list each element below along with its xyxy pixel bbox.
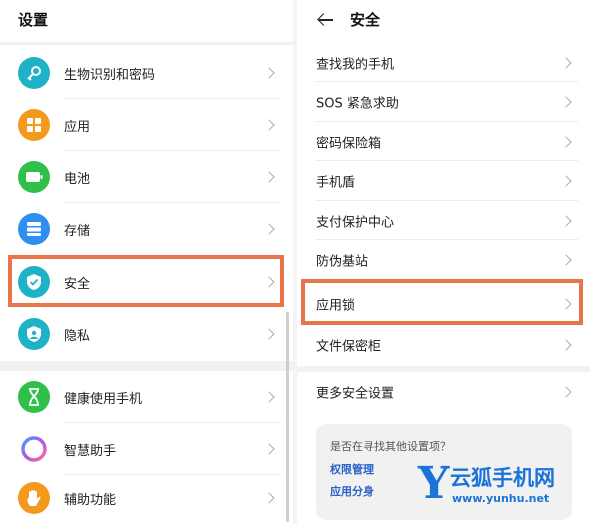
watermark-url: www.yunhu.net (452, 492, 550, 505)
chevron-right-icon (263, 67, 275, 79)
chevron-right-icon (560, 96, 572, 108)
watermark-letter: Y (418, 458, 450, 509)
settings-item-accessibility[interactable]: 辅助功能 (0, 475, 293, 521)
security-item-label: 防伪基站 (316, 254, 369, 270)
security-item-label: 手机盾 (316, 175, 356, 191)
page-title: 设置 (18, 11, 49, 29)
chevron-right-icon (263, 391, 275, 403)
storage-icon (18, 213, 50, 245)
settings-item-label: 应用 (64, 119, 91, 135)
settings-item-label: 存储 (64, 223, 91, 239)
assistant-ring-icon (18, 433, 50, 465)
security-item-payment-protection[interactable]: 支付保护中心 (297, 201, 590, 240)
hand-icon (18, 482, 50, 514)
settings-item-apps[interactable]: 应用 (0, 99, 293, 151)
highlight-box (8, 255, 284, 307)
suggestion-question: 是否在寻找其他设置项？ (330, 440, 451, 453)
security-item-label: 文件保密柜 (316, 339, 382, 355)
security-item-label: 密码保险箱 (316, 136, 382, 151)
settings-item-label: 隐私 (64, 328, 91, 344)
battery-icon (18, 161, 50, 193)
settings-item-smart-assistant[interactable]: 智慧助手 (0, 423, 293, 475)
highlight-box (301, 279, 583, 325)
chevron-right-icon (263, 223, 275, 235)
section-divider (0, 361, 293, 371)
chevron-right-icon (263, 171, 275, 183)
security-item-fake-base-station[interactable]: 防伪基站 (297, 240, 590, 280)
chevron-right-icon (263, 492, 275, 504)
security-item-file-safe[interactable]: 文件保密柜 (297, 326, 590, 364)
chevron-right-icon (263, 328, 275, 340)
chevron-right-icon (560, 386, 572, 398)
chevron-right-icon (263, 119, 275, 131)
divider (0, 42, 293, 45)
privacy-icon (18, 318, 50, 350)
security-item-label: 支付保护中心 (316, 215, 395, 230)
key-icon (18, 57, 50, 89)
security-item-label: 更多安全设置 (316, 386, 395, 402)
settings-item-label: 智慧助手 (64, 443, 117, 459)
back-arrow-icon[interactable] (317, 12, 335, 28)
app-twin-link[interactable]: 应用分身 (330, 483, 374, 499)
watermark-name: 云狐手机网 (450, 466, 555, 490)
settings-item-battery[interactable]: 电池 (0, 151, 293, 203)
settings-item-digital-balance[interactable]: 健康使用手机 (0, 371, 293, 423)
chevron-right-icon (560, 214, 572, 227)
page-title: 安全 (350, 11, 381, 29)
settings-item-label: 健康使用手机 (64, 391, 143, 407)
settings-item-biometrics[interactable]: 生物识别和密码 (0, 47, 293, 99)
scrollbar[interactable] (286, 312, 289, 522)
settings-item-label: 辅助功能 (64, 492, 117, 508)
security-item-find-phone[interactable]: 查找我的手机 (297, 43, 590, 82)
security-item-phone-shield[interactable]: 手机盾 (297, 161, 590, 201)
permission-management-link[interactable]: 权限管理 (330, 461, 374, 477)
settings-item-label: 电池 (64, 171, 91, 187)
security-item-more-settings[interactable]: 更多安全设置 (297, 372, 590, 412)
security-item-sos[interactable]: SOS 紧急求助 (297, 82, 590, 122)
chevron-right-icon (560, 56, 572, 69)
chevron-right-icon (263, 443, 275, 455)
watermark-logo: Y 云狐手机网 www.yunhu.net (418, 458, 588, 520)
hourglass-icon (18, 381, 50, 413)
chevron-right-icon (560, 339, 572, 351)
security-pane: 安全 查找我的手机 SOS 紧急求助 密码保险箱 手机盾 支付保护中心 防伪基站… (297, 0, 590, 524)
chevron-right-icon (560, 175, 572, 187)
settings-item-label: 生物识别和密码 (64, 67, 156, 83)
settings-pane: 设置 生物识别和密码 应用 电池 存储 安全 隐私 健康使用手机 智慧助手 辅助… (0, 0, 293, 524)
settings-item-privacy[interactable]: 隐私 (0, 308, 293, 360)
chevron-right-icon (560, 254, 572, 266)
chevron-right-icon (560, 135, 572, 148)
apps-grid-icon (18, 109, 50, 141)
security-item-label: 查找我的手机 (316, 57, 395, 72)
security-item-password-vault[interactable]: 密码保险箱 (297, 122, 590, 161)
security-item-label: SOS 紧急求助 (316, 96, 399, 112)
settings-item-storage[interactable]: 存储 (0, 203, 293, 255)
